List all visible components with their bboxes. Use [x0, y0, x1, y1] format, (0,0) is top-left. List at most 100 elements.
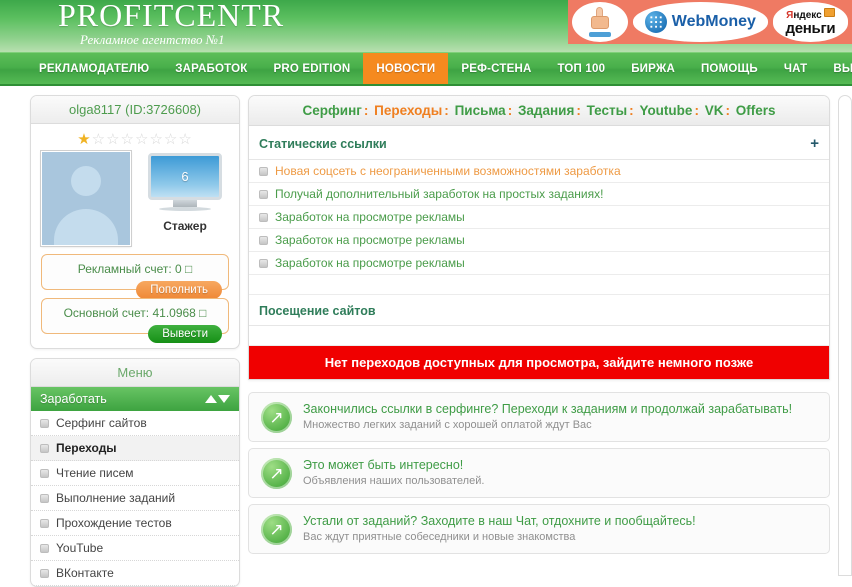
promo-title: Закончились ссылки в серфинге? Переходи … — [303, 402, 793, 416]
nav-item-pro-edition[interactable]: PRO EDITION — [260, 53, 363, 84]
user-rating-stars: ★☆☆☆☆☆☆☆ — [31, 124, 239, 151]
nav-item-chat[interactable]: ЧАТ — [771, 53, 820, 84]
bullet-icon — [259, 189, 268, 199]
static-link-label: Новая соцсеть с неограниченными возможно… — [275, 164, 621, 178]
menu-title: Меню — [31, 359, 239, 387]
bullet-icon — [40, 443, 49, 453]
nav-item-top100[interactable]: ТОП 100 — [544, 53, 618, 84]
tab-separator: : — [576, 103, 581, 118]
main-account-box: Основной счет: 41.0968 □ Вывести — [41, 298, 229, 343]
ad-account-text: Рекламный счет: 0 □ — [77, 262, 193, 276]
content-panel: Серфинг: Переходы: Письма: Задания: Тест… — [248, 95, 830, 380]
nav-item-ref-wall[interactable]: РЕФ-СТЕНА — [448, 53, 544, 84]
star-icon: ☆ — [135, 131, 150, 148]
menu-item-label: Прохождение тестов — [56, 516, 172, 530]
main-content: Серфинг: Переходы: Письма: Задания: Тест… — [248, 95, 830, 576]
content-tabbar: Серфинг: Переходы: Письма: Задания: Тест… — [249, 96, 829, 126]
tab-surfing[interactable]: Серфинг — [302, 103, 361, 118]
menu-panel: Меню Заработать Серфинг сайтов Переходы … — [30, 358, 240, 587]
star-icon: ☆ — [91, 131, 107, 148]
main-navigation: РЕКЛАМОДАТЕЛЮ ЗАРАБОТОК PRO EDITION НОВО… — [0, 52, 852, 86]
tab-vk[interactable]: VK — [705, 103, 724, 118]
bullet-icon — [40, 418, 49, 428]
static-link-row[interactable]: Заработок на просмотре рекламы — [249, 229, 829, 252]
webmoney-label: WebMoney — [671, 13, 756, 30]
tab-letters[interactable]: Письма — [455, 103, 506, 118]
promo-card-tasks[interactable]: Закончились ссылки в серфинге? Переходи … — [248, 392, 830, 442]
static-link-label: Заработок на просмотре рекламы — [275, 256, 465, 270]
withdraw-button[interactable]: Вывести — [148, 325, 222, 343]
top-up-button[interactable]: Пополнить — [136, 281, 222, 299]
star-icon: ★ — [77, 131, 92, 148]
site-visits-header: Посещение сайтов — [249, 295, 829, 326]
nav-item-exchange[interactable]: БИРЖА — [618, 53, 688, 84]
rank-column: 6 Стажер — [141, 151, 229, 233]
promo-title: Это может быть интересно! — [303, 458, 464, 472]
layout-gap — [248, 380, 830, 392]
user-panel: olga8117 (ID:3726608) ★☆☆☆☆☆☆☆ 6 Стажер … — [30, 95, 240, 349]
tab-transitions[interactable]: Переходы — [374, 103, 442, 118]
tab-separator: : — [507, 103, 513, 118]
tab-separator: : — [363, 103, 369, 118]
menu-item-transitions[interactable]: Переходы — [31, 436, 239, 461]
tab-separator: : — [725, 103, 730, 118]
section-spacer — [249, 326, 829, 346]
menu-item-label: Переходы — [56, 441, 117, 455]
user-body: 6 Стажер — [31, 151, 239, 254]
nav-item-earnings[interactable]: ЗАРАБОТОК — [162, 53, 260, 84]
nav-item-help[interactable]: ПОМОЩЬ — [688, 53, 771, 84]
bullet-icon — [259, 258, 268, 268]
tab-tasks[interactable]: Задания — [518, 103, 574, 118]
nav-item-news[interactable]: НОВОСТИ — [363, 53, 449, 84]
ad-account-box: Рекламный счет: 0 □ Пополнить — [41, 254, 229, 299]
brand-title: PROFITCENTR — [58, 0, 285, 33]
static-link-row[interactable]: Получай дополнительный заработок на прос… — [249, 183, 829, 206]
user-name-id[interactable]: olga8117 (ID:3726608) — [31, 96, 239, 124]
tab-youtube[interactable]: Youtube — [639, 103, 692, 118]
tab-offers[interactable]: Offers — [736, 103, 776, 118]
tab-tests[interactable]: Тесты — [587, 103, 628, 118]
bullet-icon — [40, 493, 49, 503]
menu-item-label: YouTube — [56, 541, 104, 555]
static-link-row[interactable]: Заработок на просмотре рекламы — [249, 252, 829, 275]
menu-item-reading-letters[interactable]: Чтение писем — [31, 461, 239, 486]
triangle-down-icon — [218, 395, 230, 403]
expand-plus-icon[interactable]: + — [810, 135, 819, 152]
nav-item-advertiser[interactable]: РЕКЛАМОДАТЕЛЮ — [26, 53, 162, 84]
tab-separator: : — [694, 103, 699, 118]
menu-item-youtube[interactable]: YouTube — [31, 536, 239, 561]
promo-card-chat[interactable]: Устали от заданий? Заходите в наш Чат, о… — [248, 504, 830, 554]
sort-arrows-icon[interactable] — [205, 395, 230, 403]
star-icon: ☆ — [178, 131, 193, 148]
bullet-icon — [40, 518, 49, 528]
no-transitions-alert: Нет переходов доступных для просмотра, з… — [249, 346, 829, 379]
yandex-money-label: деньги — [785, 20, 836, 37]
brand-subtitle: Рекламное агентство №1 — [80, 32, 225, 47]
tab-separator: : — [444, 103, 449, 118]
static-link-row[interactable]: Заработок на просмотре рекламы — [249, 206, 829, 229]
site-visits-title: Посещение сайтов — [259, 304, 376, 318]
promo-title: Устали от заданий? Заходите в наш Чат, о… — [303, 514, 696, 528]
right-side-strip — [838, 95, 852, 576]
webmoney-pill: WebMoney — [632, 2, 768, 42]
static-link-label: Заработок на просмотре рекламы — [275, 233, 465, 247]
monitor-icon: 6 — [148, 153, 222, 211]
avatar[interactable] — [41, 151, 131, 246]
menu-item-tasks[interactable]: Выполнение заданий — [31, 486, 239, 511]
bullet-icon — [40, 543, 49, 553]
brand-logo[interactable]: PROFITCENTR Рекламное агентство №1 — [58, 0, 284, 47]
static-link-row[interactable]: Новая соцсеть с неограниченными возможно… — [249, 160, 829, 183]
menu-item-surfing[interactable]: Серфинг сайтов — [31, 411, 239, 436]
menu-section-earn[interactable]: Заработать — [31, 387, 239, 411]
tab-separator: : — [629, 103, 634, 118]
sidebar: olga8117 (ID:3726608) ★☆☆☆☆☆☆☆ 6 Стажер … — [30, 95, 240, 587]
main-account-text: Основной счет: 41.0968 □ — [63, 306, 207, 320]
arrow-circle-icon — [261, 401, 292, 433]
payment-systems-banner[interactable]: WebMoney Яндекс деньги — [568, 0, 852, 44]
menu-item-vkontakte[interactable]: ВКонтакте — [31, 561, 239, 586]
bullet-icon — [259, 212, 268, 222]
nav-item-logout[interactable]: ВЫХОД — [820, 53, 852, 84]
static-links-header: Статические ссылки + — [249, 126, 829, 160]
menu-item-tests[interactable]: Прохождение тестов — [31, 511, 239, 536]
promo-card-ads[interactable]: Это может быть интересно! Объявления наш… — [248, 448, 830, 498]
